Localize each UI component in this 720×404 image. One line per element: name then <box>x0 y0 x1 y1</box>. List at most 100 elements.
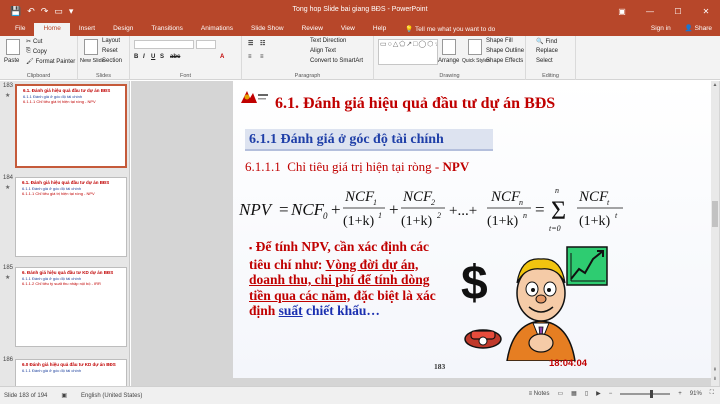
quick-styles-icon[interactable] <box>468 39 482 55</box>
font-size-combo[interactable] <box>196 40 216 49</box>
align-center-icon[interactable]: ≡ <box>260 54 264 60</box>
tab-slide-show[interactable]: Slide Show <box>242 23 293 36</box>
editing-label: Editing <box>542 73 559 79</box>
cut-button[interactable]: ✂ Cut <box>26 38 42 46</box>
tab-animations[interactable]: Animations <box>192 23 242 36</box>
clipboard-group: Paste ✂ Cut ⎘ Copy 🖌 Format Painter Clipboa… <box>0 36 78 80</box>
zoom-in-icon[interactable]: + <box>678 391 682 397</box>
find-button[interactable]: 🔍 Find <box>536 38 557 46</box>
layout-button[interactable]: Layout <box>102 38 120 44</box>
shape-effects-button[interactable]: Shape Effects <box>486 58 523 64</box>
shapes-gallery[interactable]: ▭○△⬠↗□◯⬡☆⤷{} <box>378 39 438 65</box>
select-button[interactable]: Select <box>536 58 553 64</box>
tell-me-search[interactable]: 💡 Tell me what you want to do <box>395 24 495 36</box>
ribbon-display-icon[interactable]: ▣ <box>608 0 636 22</box>
vertical-scrollbar[interactable]: ▲ ⇞ ⇟ <box>711 81 719 386</box>
reading-view-icon[interactable]: ▯ <box>585 390 588 397</box>
minimize-icon[interactable]: — <box>636 0 664 22</box>
shadow-button[interactable]: S <box>160 54 164 60</box>
paste-button[interactable]: Paste <box>4 58 19 64</box>
maximize-icon[interactable]: ☐ <box>664 0 692 22</box>
zoom-slider[interactable] <box>620 389 671 398</box>
thumbnail-slide-184[interactable]: 6.1. Đánh giá hiệu quả đầu tư dự án BĐS … <box>15 177 127 257</box>
formula-npv: NPV <box>238 200 274 219</box>
formula-ncft: NCF <box>578 189 609 205</box>
slide-thumbnails-pane[interactable]: 183 ★ 6.1. Đánh giá hiệu quả đầu tư dự á… <box>0 81 130 386</box>
convert-smartart-button[interactable]: Convert to SmartArt <box>310 58 363 64</box>
bullet-text[interactable]: ▪ Để tính NPV, cần xác định các tiêu chí… <box>249 239 449 319</box>
arrange-button[interactable]: Arrange <box>438 58 459 64</box>
tab-file[interactable]: File <box>6 23 34 36</box>
font-name-combo[interactable] <box>134 40 194 49</box>
copy-button[interactable]: ⎘ Copy <box>26 48 47 55</box>
strikethrough-button[interactable]: abc <box>170 54 180 60</box>
language-indicator[interactable]: English (United States) <box>81 393 142 399</box>
text-direction-button[interactable]: Text Direction <box>310 38 346 44</box>
bold-button[interactable]: B <box>134 54 138 60</box>
svg-text:=: = <box>535 200 545 219</box>
slide-subtitle[interactable]: 6.1.1 Đánh giá ở góc độ tài chính <box>245 129 493 151</box>
section-button[interactable]: Section <box>102 58 122 64</box>
notes-button[interactable]: ≡ Notes <box>529 391 550 397</box>
spellcheck-icon[interactable]: ▣ <box>61 392 67 399</box>
scrollbar-thumb[interactable] <box>712 201 718 227</box>
next-slide-icon[interactable]: ⇟ <box>711 376 719 382</box>
slide-title[interactable]: 6.1. Đánh giá hiệu quả đầu tư dự án BĐS <box>275 95 555 113</box>
slide-sorter-icon[interactable]: ▦ <box>571 390 577 397</box>
animation-star-icon: ★ <box>5 275 11 281</box>
slides-group: New Slide Layout Reset Section Slides <box>78 36 130 80</box>
align-left-icon[interactable]: ≡ <box>248 54 252 60</box>
thumbnail-slide-186[interactable]: 6.0 Đánh giá hiệu quả đầu tư KD dự án BĐ… <box>15 359 127 386</box>
paste-icon[interactable] <box>6 39 20 55</box>
thumbnail-slide-185[interactable]: 6. Đánh giá hiệu quả đầu tư KD dự án BĐS… <box>15 267 127 347</box>
zoom-level[interactable]: 91% <box>690 391 702 397</box>
tab-help[interactable]: Help <box>364 23 395 36</box>
tab-home[interactable]: Home <box>34 23 70 36</box>
slide-editor[interactable]: 6.1. Đánh giá hiệu quả đầu tư dự án BĐS … <box>131 81 720 386</box>
close-icon[interactable]: ✕ <box>692 0 720 22</box>
scroll-up-icon[interactable]: ▲ <box>711 82 719 88</box>
thumbnail-number: 185 <box>3 265 14 271</box>
formula-den1: (1+k) <box>343 214 375 229</box>
section-number: 6.1.1.1 <box>245 159 281 174</box>
drawing-group: ▭○△⬠↗□◯⬡☆⤷{} Arrange Quick Styles Shape … <box>374 36 526 80</box>
thumbnail-title: 6.0 Đánh giá hiệu quả đầu tư KD dự án BĐ… <box>22 362 116 367</box>
ribbon: Paste ✂ Cut ⎘ Copy 🖌 Format Painter Clipboa… <box>0 36 720 80</box>
shape-outline-button[interactable]: Shape Outline <box>486 48 524 54</box>
tab-review[interactable]: Review <box>293 23 332 36</box>
fit-slide-icon[interactable]: ⛶ <box>710 390 714 397</box>
current-slide[interactable]: 6.1. Đánh giá hiệu quả đầu tư dự án BĐS … <box>233 81 717 378</box>
arrange-icon[interactable] <box>442 39 456 55</box>
tab-transitions[interactable]: Transitions <box>142 23 192 36</box>
share-button[interactable]: 👤 Share <box>685 23 712 35</box>
tab-view[interactable]: View <box>332 23 364 36</box>
font-label: Font <box>179 73 191 79</box>
slideshow-view-icon[interactable]: ▶ <box>596 390 601 397</box>
zoom-out-icon[interactable]: − <box>609 391 613 397</box>
section-heading[interactable]: 6.1.1.1 Chỉ tiêu giá trị hiện tại ròng -… <box>245 159 469 175</box>
font-color-button[interactable]: A <box>220 54 224 60</box>
normal-view-icon[interactable]: ▭ <box>557 390 563 397</box>
drawing-label: Drawing <box>439 73 460 79</box>
formula-den2: (1+k) <box>401 214 433 229</box>
shape-fill-button[interactable]: Shape Fill <box>486 38 513 44</box>
tab-design[interactable]: Design <box>104 23 142 36</box>
replace-button[interactable]: Replace <box>536 48 558 54</box>
align-text-button[interactable]: Align Text <box>310 48 336 54</box>
underline-button[interactable]: U <box>151 54 155 60</box>
npv-formula[interactable]: NPV = NCF 0 + NCF 1 (1+k) 1 + NCF 2 (1+k… <box>237 181 667 235</box>
tab-insert[interactable]: Insert <box>70 23 104 36</box>
prev-slide-icon[interactable]: ⇞ <box>711 367 719 373</box>
slide-page-number: 183 <box>434 362 446 371</box>
new-slide-icon[interactable] <box>84 39 98 55</box>
reset-button[interactable]: Reset <box>102 48 118 54</box>
bullets-icon[interactable]: ☰ <box>248 40 253 47</box>
formula-ncf0: NCF <box>290 200 325 219</box>
italic-button[interactable]: I <box>143 54 145 60</box>
sign-in-link[interactable]: Sign in <box>651 23 671 35</box>
bullet-marker: ▪ <box>249 243 253 253</box>
numbering-icon[interactable]: ☷ <box>260 40 265 47</box>
format-painter-button[interactable]: 🖌 Format Painter <box>26 58 75 66</box>
thumbnail-slide-183[interactable]: 6.1. Đánh giá hiệu quả đầu tư dự án BĐS … <box>15 84 127 168</box>
formula-sub0: 0 <box>323 211 328 221</box>
